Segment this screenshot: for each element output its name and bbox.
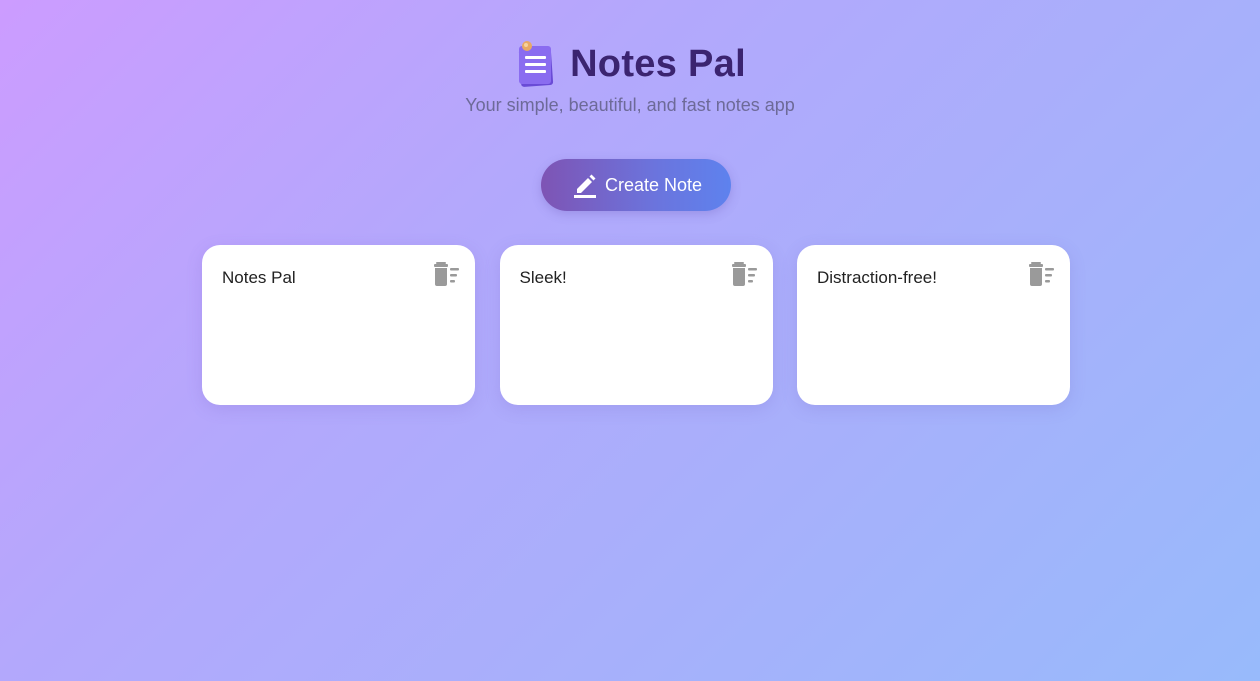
notepad-icon: [518, 41, 554, 87]
notes-list: Notes Pal Sleek! Distraction-free!: [202, 245, 1070, 405]
note-card[interactable]: Distraction-free!: [797, 245, 1070, 405]
create-note-button[interactable]: Create Note: [541, 159, 731, 211]
pencil-icon: [573, 174, 596, 198]
app-subtitle: Your simple, beautiful, and fast notes a…: [465, 95, 795, 115]
note-text: Sleek!: [519, 268, 567, 287]
create-note-label: Create Note: [604, 174, 703, 195]
trash-icon[interactable]: [1028, 260, 1056, 288]
app-header: Notes Pal Your simple, beautiful, and fa…: [0, 38, 1260, 116]
app-title: Notes Pal: [570, 42, 746, 85]
trash-icon[interactable]: [731, 260, 759, 288]
note-card[interactable]: Notes Pal: [202, 245, 475, 405]
note-text: Notes Pal: [222, 268, 296, 287]
title-row: Notes Pal: [0, 38, 1260, 90]
trash-icon[interactable]: [433, 260, 461, 288]
note-text: Distraction-free!: [817, 268, 937, 287]
note-card[interactable]: Sleek!: [499, 245, 773, 405]
